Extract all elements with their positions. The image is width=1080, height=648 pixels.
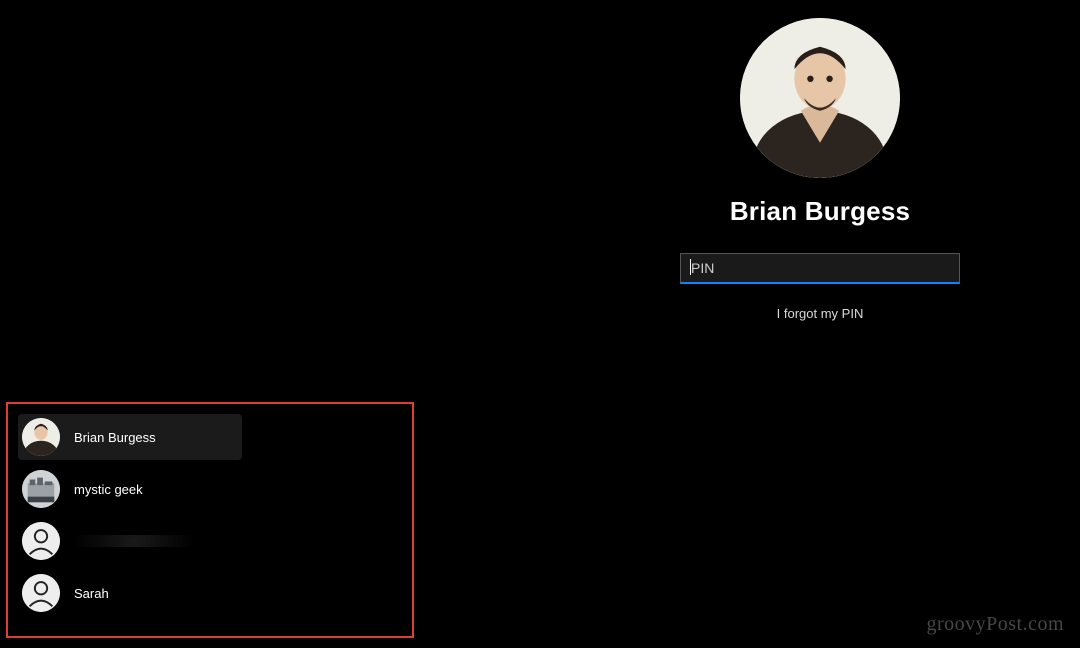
pin-input[interactable] bbox=[680, 253, 960, 284]
user-label: Sarah bbox=[74, 586, 109, 601]
user-item-redacted[interactable] bbox=[18, 518, 242, 564]
pin-field-wrap bbox=[680, 253, 960, 284]
user-label: Brian Burgess bbox=[74, 430, 156, 445]
display-name: Brian Burgess bbox=[730, 196, 910, 227]
user-item-mystic-geek[interactable]: mystic geek bbox=[18, 466, 242, 512]
forgot-pin-link[interactable]: I forgot my PIN bbox=[777, 306, 864, 321]
user-item-brian-burgess[interactable]: Brian Burgess bbox=[18, 414, 242, 460]
watermark-text: groovyPost.com bbox=[926, 613, 1064, 636]
person-icon bbox=[22, 522, 60, 560]
user-label: mystic geek bbox=[74, 482, 143, 497]
avatar-icon bbox=[22, 418, 60, 456]
person-icon bbox=[22, 574, 60, 612]
user-switcher-panel: Brian Burgess mystic geek bbox=[6, 402, 414, 638]
text-caret bbox=[690, 259, 691, 275]
avatar-image bbox=[740, 18, 900, 178]
user-label-redacted bbox=[74, 535, 194, 547]
user-item-sarah[interactable]: Sarah bbox=[18, 570, 242, 616]
user-avatar-large bbox=[740, 18, 900, 178]
avatar-icon bbox=[22, 470, 60, 508]
login-panel: Brian Burgess I forgot my PIN bbox=[570, 18, 1070, 321]
